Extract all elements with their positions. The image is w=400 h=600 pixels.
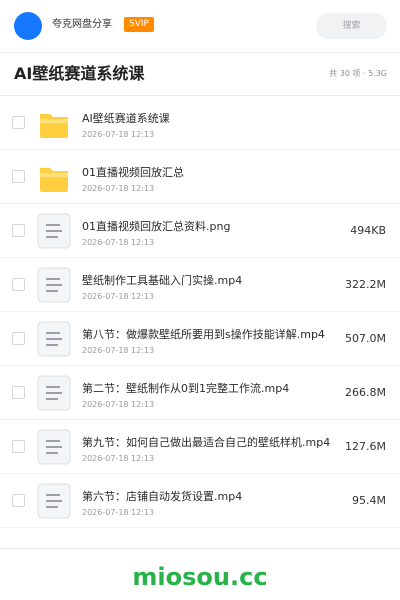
search-placeholder: 搜索: [342, 21, 361, 31]
watermark: miosou.cc: [132, 563, 268, 591]
document-icon: [37, 429, 71, 465]
document-icon: [37, 483, 71, 519]
file-row[interactable]: 01直播视频回放汇总 2026-07-18 12:13: [0, 150, 400, 204]
file-name: 01直播视频回放汇总资料.png: [82, 220, 231, 233]
header: 夸克网盘分享 SVIP 搜索: [0, 0, 400, 53]
file-row[interactable]: AI壁纸赛道系统课 2026-07-18 12:13: [0, 96, 400, 150]
select-checkbox[interactable]: [12, 116, 25, 129]
file-row[interactable]: 壁纸制作工具基础入门实操.mp4 2026-07-18 12:13 322.2M: [0, 258, 400, 312]
file-date: 2026-07-18 12:13: [82, 454, 155, 463]
document-icon: [37, 213, 71, 249]
file-size: 507.0M: [345, 332, 386, 345]
file-size: 494KB: [350, 224, 386, 237]
file-name: 第八节：做爆款壁纸所要用到s操作技能详解.mp4: [82, 328, 325, 341]
select-checkbox[interactable]: [12, 440, 25, 453]
title-bar: AI壁纸赛道系统课 共 30 项 · 5.3G: [0, 53, 400, 96]
select-checkbox[interactable]: [12, 332, 25, 345]
file-row[interactable]: 第六节：店铺自动发货设置.mp4 2026-07-18 12:13 95.4M: [0, 474, 400, 528]
select-checkbox[interactable]: [12, 170, 25, 183]
file-date: 2026-07-18 12:13: [82, 508, 155, 517]
file-date: 2026-07-18 12:13: [82, 346, 155, 355]
document-icon: [37, 321, 71, 357]
app-page: 夸克网盘分享 SVIP 搜索 AI壁纸赛道系统课 共 30 项 · 5.3G A…: [0, 0, 400, 600]
file-size: 95.4M: [352, 494, 386, 507]
avatar[interactable]: [14, 12, 42, 40]
select-checkbox[interactable]: [12, 494, 25, 507]
file-size: 322.2M: [345, 278, 386, 291]
file-name: 01直播视频回放汇总: [82, 166, 184, 179]
file-list: AI壁纸赛道系统课 2026-07-18 12:13 01直播视频回放汇总 2026-…: [0, 96, 400, 528]
file-row[interactable]: 01直播视频回放汇总资料.png 2026-07-18 12:13 494KB: [0, 204, 400, 258]
file-name: AI壁纸赛道系统课: [82, 112, 170, 125]
file-date: 2026-07-18 12:13: [82, 238, 155, 247]
file-date: 2026-07-18 12:13: [82, 400, 155, 409]
select-checkbox[interactable]: [12, 278, 25, 291]
select-checkbox[interactable]: [12, 224, 25, 237]
file-date: 2026-07-18 12:13: [82, 292, 155, 301]
file-name: 第六节：店铺自动发货设置.mp4: [82, 490, 243, 503]
file-size: 127.6M: [345, 440, 386, 453]
username: 夸克网盘分享: [52, 19, 112, 30]
search-input[interactable]: 搜索: [316, 13, 387, 39]
svip-badge: SVIP: [124, 17, 154, 32]
item-count-summary: 共 30 项 · 5.3G: [329, 69, 387, 78]
file-name: 第九节：如何自己做出最适合自己的壁纸样机.mp4: [82, 436, 331, 449]
file-date: 2026-07-18 12:13: [82, 184, 155, 193]
file-name: 壁纸制作工具基础入门实操.mp4: [82, 274, 243, 287]
page-title: AI壁纸赛道系统课: [14, 64, 145, 83]
file-row[interactable]: 第二节：壁纸制作从0到1完整工作流.mp4 2026-07-18 12:13 266…: [0, 366, 400, 420]
file-row[interactable]: 第八节：做爆款壁纸所要用到s操作技能详解.mp4 2026-07-18 12:13…: [0, 312, 400, 366]
file-date: 2026-07-18 12:13: [82, 130, 155, 139]
folder-icon: [37, 159, 71, 195]
footer-divider: [0, 548, 400, 549]
document-icon: [37, 375, 71, 411]
folder-icon: [37, 105, 71, 141]
select-checkbox[interactable]: [12, 386, 25, 399]
document-icon: [37, 267, 71, 303]
file-row[interactable]: 第九节：如何自己做出最适合自己的壁纸样机.mp4 2026-07-18 12:13…: [0, 420, 400, 474]
file-name: 第二节：壁纸制作从0到1完整工作流.mp4: [82, 382, 290, 395]
file-size: 266.8M: [345, 386, 386, 399]
